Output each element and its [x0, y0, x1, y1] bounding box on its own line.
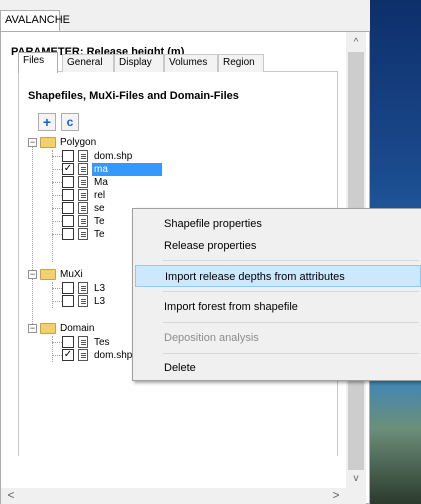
file-icon [78, 202, 88, 214]
checkbox[interactable] [62, 295, 74, 307]
tree-item-label: rel [94, 190, 106, 201]
menu-separator [163, 322, 419, 323]
menu-item-release-properties[interactable]: Release properties [135, 235, 421, 257]
tree-item-label: dom.shp [94, 151, 133, 162]
file-icon [78, 189, 88, 201]
tab-general[interactable]: General [62, 54, 114, 72]
file-icon [78, 215, 88, 227]
tree-item-label: Ma [94, 177, 108, 188]
tree-item-label: Tes [94, 337, 110, 348]
tree-item-label: se [94, 203, 105, 214]
tab-volumes[interactable]: Volumes [164, 54, 218, 72]
checkbox[interactable] [62, 150, 74, 162]
tree-item-label: ma [92, 163, 162, 176]
scroll-up-icon[interactable]: ^ [346, 34, 366, 52]
menu-separator [163, 260, 419, 261]
add-file-button[interactable]: + [38, 113, 56, 131]
file-icon [78, 349, 88, 361]
file-icon [78, 282, 88, 294]
scroll-right-icon[interactable]: > [328, 488, 344, 504]
menu-separator [163, 353, 419, 354]
tree-node-label: Domain [60, 323, 95, 334]
collapse-icon[interactable]: − [28, 324, 37, 333]
collapse-icon[interactable]: − [28, 270, 37, 279]
checkbox-checked[interactable]: ✓ [62, 349, 74, 361]
file-icon [78, 150, 88, 162]
file-icon [78, 228, 88, 240]
menu-item-deposition-analysis: Deposition analysis [164, 332, 259, 344]
scroll-left-icon[interactable]: < [3, 488, 19, 504]
tab-display[interactable]: Display [114, 54, 164, 72]
refresh-button[interactable]: c [61, 113, 79, 131]
tree-item-selected[interactable]: ✓ ma [48, 163, 248, 176]
scroll-corner [346, 488, 366, 504]
file-icon [78, 163, 88, 175]
menu-separator [163, 291, 419, 292]
checkbox-checked[interactable]: ✓ [62, 163, 74, 175]
menu-item-import-release-depths[interactable]: Import release depths from attributes [135, 265, 421, 287]
tree-item-dom-shp[interactable]: dom.shp [48, 150, 248, 163]
checkbox[interactable] [62, 215, 74, 227]
file-icon [78, 336, 88, 348]
tree-node-label: MuXi [60, 269, 83, 280]
tree-item-label: L3 [94, 283, 106, 294]
refresh-icon: c [66, 115, 74, 129]
tree-node-polygon[interactable]: − Polygon [28, 136, 228, 149]
checkbox[interactable] [62, 202, 74, 214]
tab-files[interactable]: Files [18, 52, 58, 73]
folder-icon [40, 137, 56, 148]
tree-item-label: Te [94, 216, 105, 227]
section-title: Shapefiles, MuXi-Files and Domain-Files [28, 90, 239, 102]
tab-region[interactable]: Region [218, 54, 264, 72]
tree-item-label: L3 [94, 296, 106, 307]
tree-item[interactable]: rel [48, 189, 248, 202]
collapse-icon[interactable]: − [28, 138, 37, 147]
file-icon [78, 295, 88, 307]
avalanche-tab[interactable]: AVALANCHE [0, 10, 70, 32]
tree-line [32, 144, 33, 326]
context-menu: Shapefile properties Release properties … [132, 208, 421, 381]
checkbox[interactable] [62, 176, 74, 188]
tree-node-label: Polygon [60, 137, 97, 148]
folder-icon [40, 323, 56, 334]
tree-item[interactable]: Ma [48, 176, 248, 189]
menu-item-shapefile-properties[interactable]: Shapefile properties [135, 213, 421, 235]
menu-item-import-forest[interactable]: Import forest from shapefile [135, 296, 421, 318]
folder-icon [40, 269, 56, 280]
scroll-down-icon[interactable]: v [346, 470, 366, 488]
checkbox[interactable] [62, 228, 74, 240]
plus-icon: + [42, 114, 52, 130]
checkbox[interactable] [62, 282, 74, 294]
menu-item-delete[interactable]: Delete [135, 357, 421, 379]
checkbox[interactable] [62, 336, 74, 348]
file-icon [78, 176, 88, 188]
checkbox[interactable] [62, 189, 74, 201]
tree-item-label: Te [94, 229, 105, 240]
horizontal-scrollbar[interactable]: < > [1, 488, 346, 504]
